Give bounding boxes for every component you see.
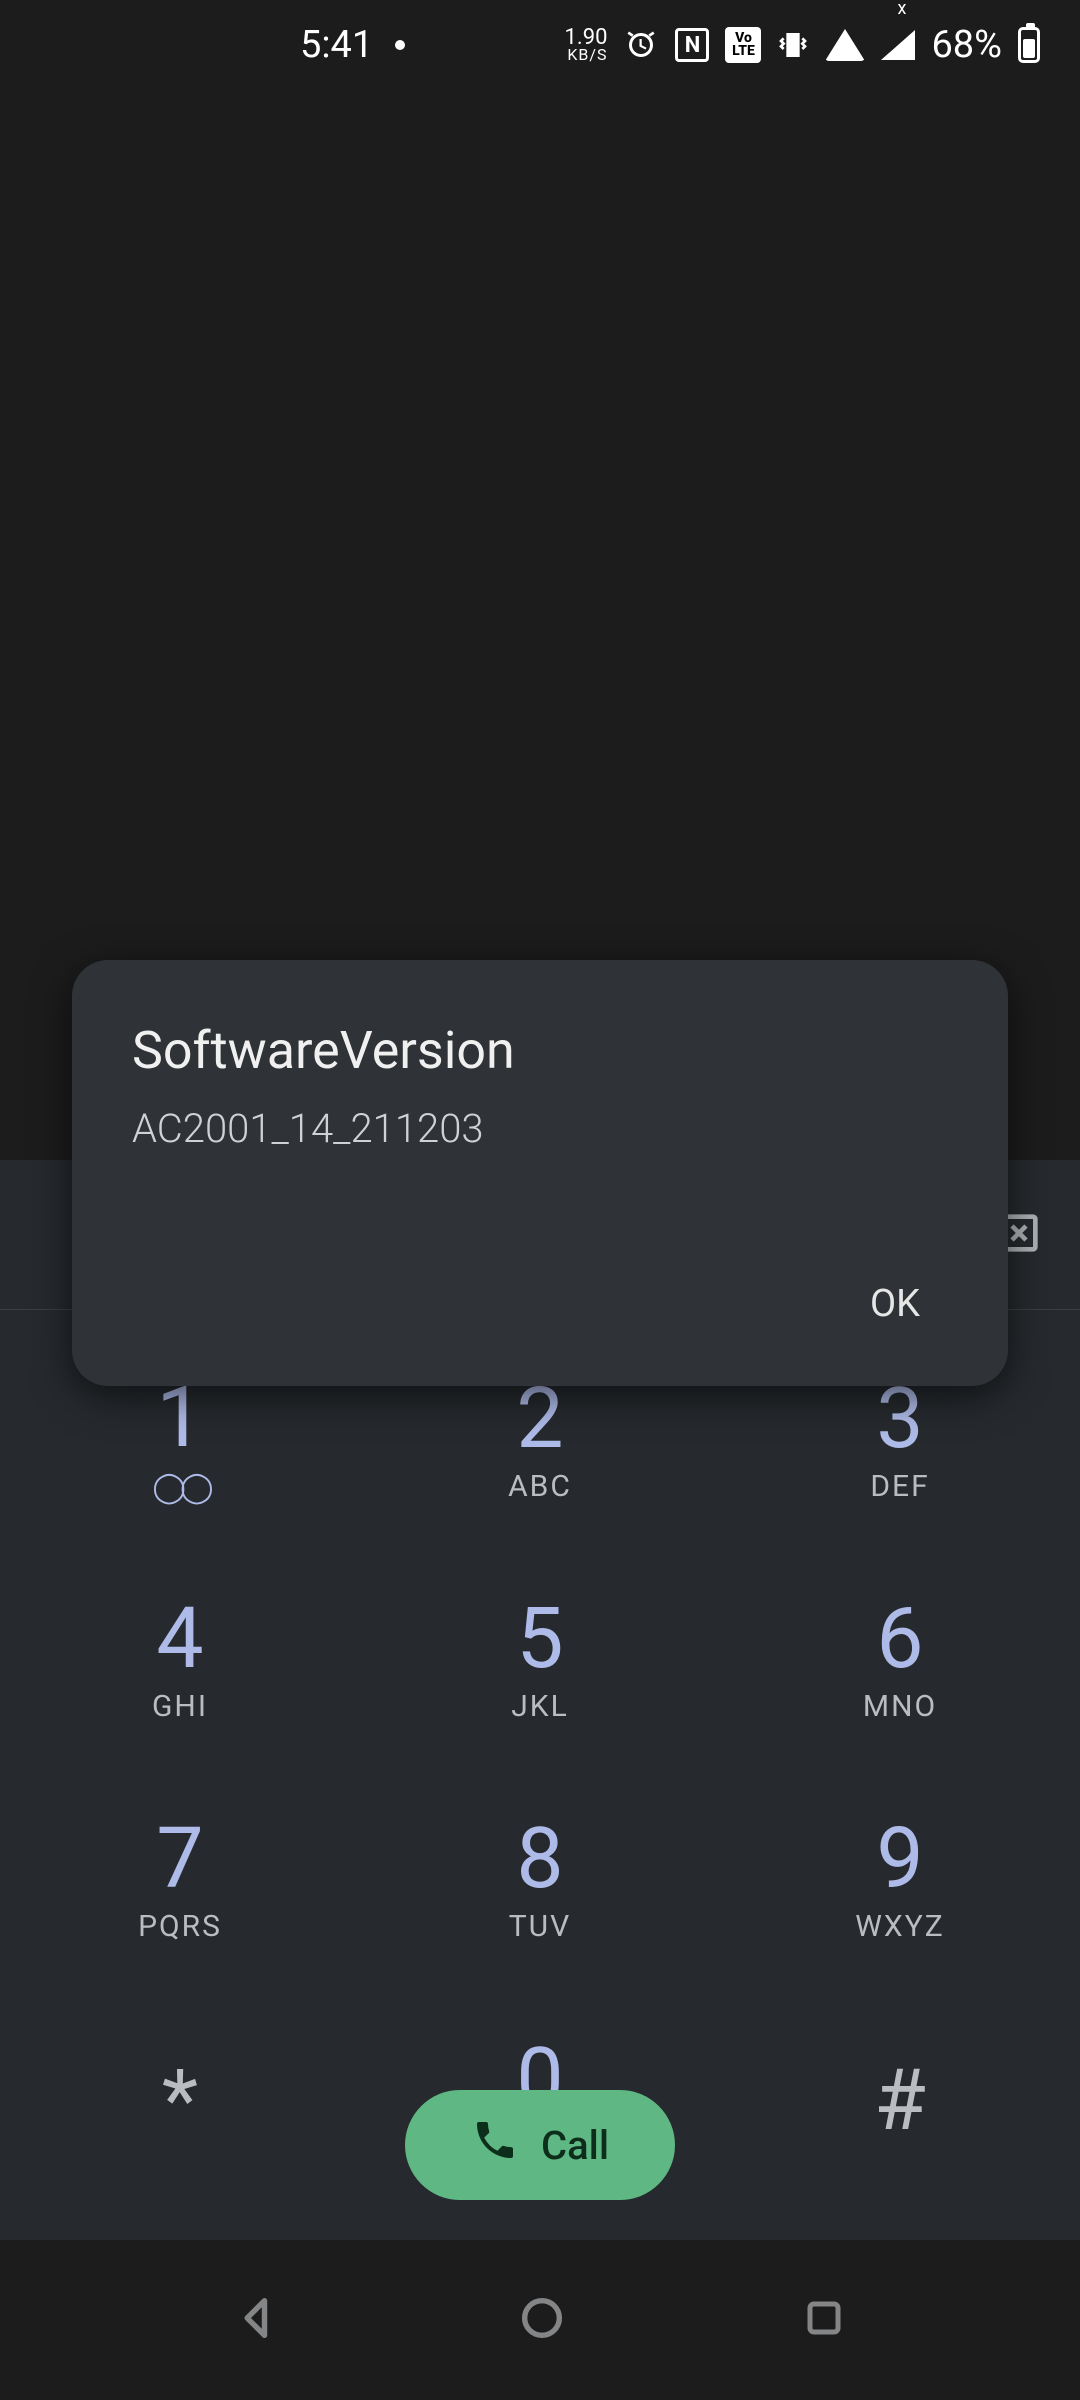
status-bar: 5:41 1.90 KB/S N VoLTE x 68% bbox=[0, 0, 1080, 90]
key-digit: 4 bbox=[156, 1597, 203, 1681]
key-star[interactable]: * bbox=[30, 1990, 330, 2210]
key-digit: 7 bbox=[156, 1817, 203, 1901]
key-6[interactable]: 6 MNO bbox=[750, 1550, 1050, 1770]
key-9[interactable]: 9 WXYZ bbox=[750, 1770, 1050, 1990]
key-letters: PQRS bbox=[138, 1909, 222, 1944]
key-letters: JKL bbox=[511, 1689, 569, 1724]
dialog-title: SoftwareVersion bbox=[132, 1020, 948, 1081]
key-4[interactable]: 4 GHI bbox=[30, 1550, 330, 1770]
battery-percent: 68% bbox=[931, 23, 1002, 67]
nav-recent-button[interactable] bbox=[800, 2294, 848, 2346]
dialog-body: AC2001_14_211203 bbox=[132, 1105, 948, 1152]
key-5[interactable]: 5 JKL bbox=[390, 1550, 690, 1770]
wifi-icon bbox=[825, 29, 865, 61]
key-letters: WXYZ bbox=[855, 1909, 944, 1944]
key-hash[interactable]: # bbox=[750, 1990, 1050, 2210]
key-digit: 2 bbox=[516, 1377, 563, 1461]
vibrate-icon bbox=[777, 29, 809, 61]
key-7[interactable]: 7 PQRS bbox=[30, 1770, 330, 1990]
dialog-ok-button[interactable]: OK bbox=[842, 1262, 948, 1346]
call-button-label: Call bbox=[541, 2122, 609, 2169]
network-speed-indicator: 1.90 KB/S bbox=[565, 28, 608, 62]
status-time: 5:41 bbox=[300, 23, 373, 67]
key-digit: * bbox=[162, 2051, 198, 2150]
key-letters: DEF bbox=[870, 1469, 929, 1504]
voicemail-icon: ◯◯ bbox=[152, 1470, 207, 1505]
key-letters: GHI bbox=[152, 1689, 208, 1724]
dial-keypad: 1 ◯◯ 2 ABC 3 DEF 4 GHI 5 JKL 6 MNO 7 PQR… bbox=[0, 1330, 1080, 2210]
key-digit: 8 bbox=[516, 1817, 563, 1901]
nav-back-button[interactable] bbox=[232, 2292, 284, 2348]
nav-home-button[interactable] bbox=[516, 2292, 568, 2348]
nfc-icon: N bbox=[675, 28, 709, 62]
alarm-icon bbox=[623, 27, 659, 63]
system-nav-bar bbox=[0, 2240, 1080, 2400]
software-version-dialog: SoftwareVersion AC2001_14_211203 OK bbox=[72, 960, 1008, 1386]
key-digit: 3 bbox=[876, 1377, 923, 1461]
key-digit: # bbox=[874, 2051, 926, 2150]
cell-signal-icon: x bbox=[881, 30, 915, 60]
key-8[interactable]: 8 TUV bbox=[390, 1770, 690, 1990]
key-digit: 9 bbox=[876, 1817, 923, 1901]
key-letters: MNO bbox=[863, 1689, 937, 1724]
key-digit: 6 bbox=[876, 1597, 923, 1681]
volte-icon: VoLTE bbox=[725, 27, 761, 63]
notification-dot-icon bbox=[395, 40, 405, 50]
call-button[interactable]: Call bbox=[405, 2090, 675, 2200]
key-letters: TUV bbox=[509, 1909, 571, 1944]
battery-icon bbox=[1018, 27, 1040, 63]
key-digit: 5 bbox=[516, 1597, 563, 1681]
phone-icon bbox=[471, 2116, 519, 2174]
key-letters: ABC bbox=[508, 1469, 572, 1504]
key-digit: 1 bbox=[156, 1376, 203, 1460]
